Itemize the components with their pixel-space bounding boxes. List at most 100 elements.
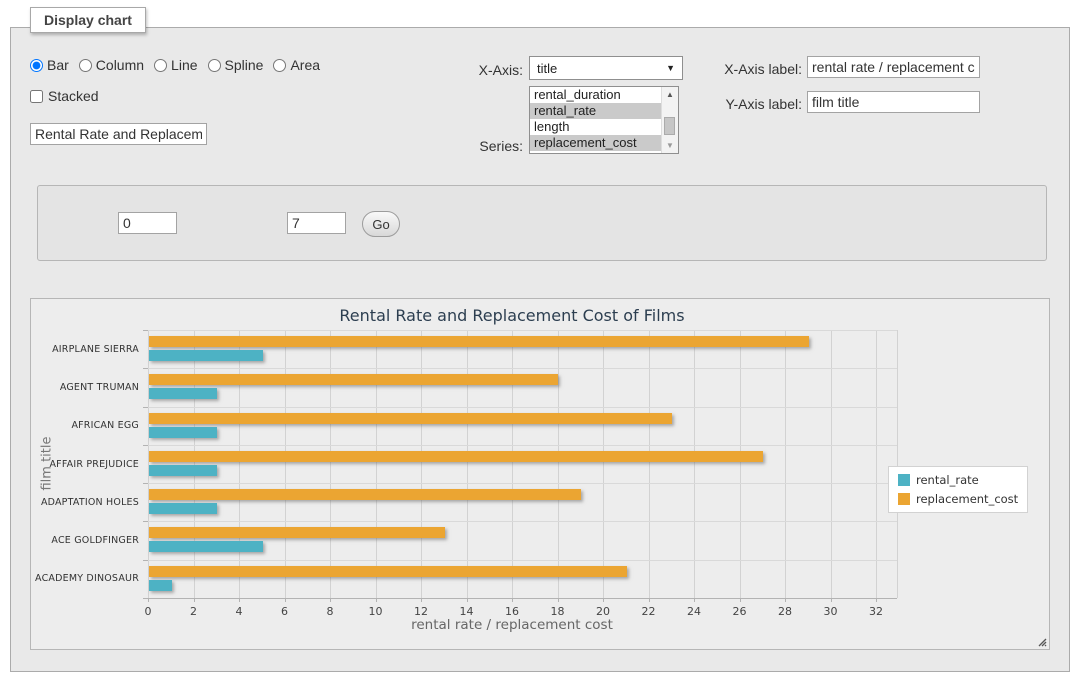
- x-tick-label: 4: [224, 605, 254, 618]
- x-axis-label-input[interactable]: [807, 56, 980, 78]
- gridline: [148, 445, 897, 446]
- gridline: [148, 483, 897, 484]
- gridline: [876, 330, 877, 598]
- chart-title: Rental Rate and Replacement Cost of Film…: [148, 306, 876, 325]
- chart-type-bar-radio[interactable]: [30, 59, 43, 72]
- go-button[interactable]: Go: [362, 211, 400, 237]
- gridline: [148, 521, 897, 522]
- dropdown-arrow-icon: ▼: [666, 63, 675, 73]
- chart-type-area[interactable]: Area: [273, 57, 320, 73]
- series-option-replacement-cost[interactable]: replacement_cost: [530, 135, 661, 151]
- resize-handle-icon[interactable]: [1036, 636, 1047, 647]
- x-tick-label: 20: [588, 605, 618, 618]
- plot-border: [897, 330, 898, 598]
- series-options: rental_duration rental_rate length repla…: [530, 87, 661, 153]
- bar-rental_rate: [149, 580, 172, 591]
- series-select-label: Series:: [423, 138, 523, 154]
- category-label: ACADEMY DINOSAUR: [31, 560, 139, 598]
- category-label: AGENT TRUMAN: [31, 368, 139, 406]
- chart-type-column[interactable]: Column: [79, 57, 144, 73]
- series-option-rental-rate[interactable]: rental_rate: [530, 103, 661, 119]
- stacked-checkbox[interactable]: [30, 90, 43, 103]
- series-option-length[interactable]: length: [530, 119, 661, 135]
- x-tick-label: 16: [497, 605, 527, 618]
- bar-rental_rate: [149, 388, 217, 399]
- gridline: [421, 330, 422, 598]
- chart-type-spline-radio[interactable]: [208, 59, 221, 72]
- bar-replacement_cost: [149, 566, 627, 577]
- x-tick-label: 22: [634, 605, 664, 618]
- fieldset-legend: Display chart: [30, 7, 146, 33]
- chart-type-area-label: Area: [290, 57, 320, 73]
- x-tick-label: 30: [816, 605, 846, 618]
- x-tick-label: 14: [452, 605, 482, 618]
- bar-replacement_cost: [149, 451, 763, 462]
- bar-rental_rate: [149, 350, 263, 361]
- axis-tick: [143, 521, 148, 522]
- axis-tick: [143, 368, 148, 369]
- gridline: [330, 330, 331, 598]
- category-label: ACE GOLDFINGER: [31, 521, 139, 559]
- stacked-checkbox-row[interactable]: Stacked: [30, 88, 99, 104]
- series-listbox[interactable]: rental_duration rental_rate length repla…: [529, 86, 679, 154]
- axis-tick: [143, 407, 148, 408]
- x-tick-label: 24: [679, 605, 709, 618]
- x-tick-label: 2: [179, 605, 209, 618]
- y-axis-label-caption: Y-Axis label:: [700, 96, 802, 112]
- x-axis-select-label: X-Axis:: [423, 62, 523, 78]
- gridline: [512, 330, 513, 598]
- y-axis-label-input[interactable]: [807, 91, 980, 113]
- start-row-input[interactable]: [118, 212, 177, 234]
- gridline: [285, 330, 286, 598]
- chart-type-column-radio[interactable]: [79, 59, 92, 72]
- x-tick-label: 28: [770, 605, 800, 618]
- row-range-box: Start row: Number of rows:: [37, 185, 1047, 261]
- series-option-rental-duration[interactable]: rental_duration: [530, 87, 661, 103]
- chart-type-line-radio[interactable]: [154, 59, 167, 72]
- page: Display chart Bar Column Line Spline Are…: [0, 0, 1081, 681]
- chart-legend: rental_rate replacement_cost: [888, 466, 1028, 513]
- gridline: [740, 330, 741, 598]
- gridline: [376, 330, 377, 598]
- chart-x-axis-title: rental rate / replacement cost: [148, 617, 876, 633]
- bar-replacement_cost: [149, 527, 445, 538]
- x-tick-label: 6: [270, 605, 300, 618]
- bar-rental_rate: [149, 503, 217, 514]
- legend-label: rental_rate: [916, 473, 979, 487]
- gridline: [785, 330, 786, 598]
- legend-item-rental_rate[interactable]: rental_rate: [898, 473, 1018, 487]
- gridline: [148, 330, 897, 331]
- bar-rental_rate: [149, 541, 263, 552]
- legend-swatch: [898, 493, 910, 505]
- scroll-down-icon[interactable]: ▼: [662, 138, 678, 153]
- chart-type-bar-label: Bar: [47, 57, 69, 73]
- x-tick-label: 8: [315, 605, 345, 618]
- x-tick-label: 12: [406, 605, 436, 618]
- chart-type-spline-label: Spline: [225, 57, 264, 73]
- num-rows-input[interactable]: [287, 212, 346, 234]
- gridline: [558, 330, 559, 598]
- x-axis-line: [143, 598, 897, 599]
- category-label: ADAPTATION HOLES: [31, 483, 139, 521]
- scrollbar-thumb[interactable]: [664, 117, 675, 135]
- gridline: [148, 560, 897, 561]
- gridline: [148, 407, 897, 408]
- series-listbox-scrollbar[interactable]: ▲ ▼: [661, 87, 678, 153]
- legend-item-replacement_cost[interactable]: replacement_cost: [898, 492, 1018, 506]
- bar-replacement_cost: [149, 336, 809, 347]
- x-axis-select[interactable]: title ▼: [529, 56, 683, 80]
- x-tick-label: 26: [725, 605, 755, 618]
- chart-type-spline[interactable]: Spline: [208, 57, 264, 73]
- chart-type-area-radio[interactable]: [273, 59, 286, 72]
- chart-type-bar[interactable]: Bar: [30, 57, 69, 73]
- axis-tick: [143, 483, 148, 484]
- x-tick-label: 0: [133, 605, 163, 618]
- chart-type-radio-group: Bar Column Line Spline Area: [30, 57, 330, 73]
- axis-tick: [143, 445, 148, 446]
- chart-type-column-label: Column: [96, 57, 144, 73]
- chart-title-input[interactable]: [30, 123, 207, 145]
- scroll-up-icon[interactable]: ▲: [662, 87, 678, 102]
- chart-type-line[interactable]: Line: [154, 57, 197, 73]
- scrollbar-track[interactable]: [662, 102, 678, 138]
- chart-type-line-label: Line: [171, 57, 197, 73]
